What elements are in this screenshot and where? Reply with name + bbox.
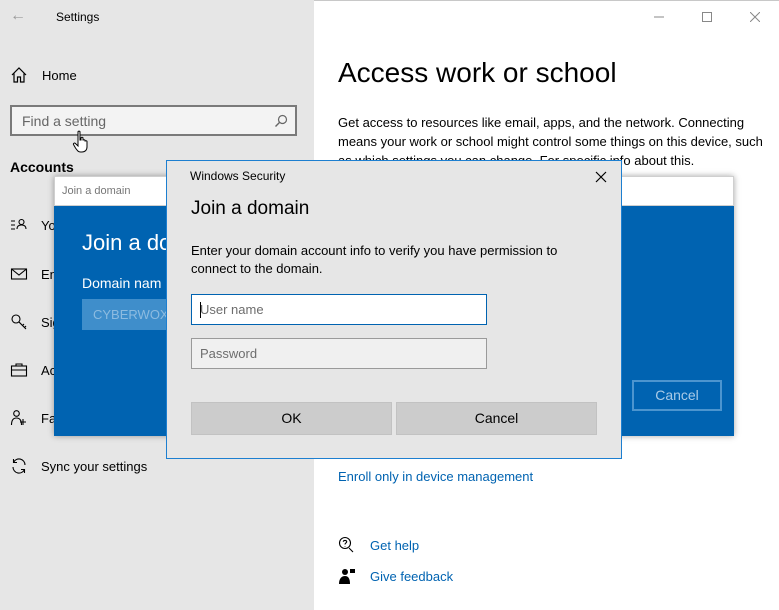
enroll-device-management-link[interactable]: Enroll only in device management	[338, 469, 533, 484]
close-button[interactable]	[731, 0, 779, 34]
close-icon[interactable]	[591, 167, 611, 187]
minimize-button[interactable]	[635, 0, 683, 34]
window-controls	[635, 0, 779, 34]
security-dialog-heading: Join a domain	[191, 198, 310, 219]
key-icon	[11, 314, 27, 330]
text-caret	[200, 302, 201, 318]
sidebar-item-email[interactable]: En	[10, 264, 57, 284]
join-domain-titlebar-text: Join a domain	[62, 185, 131, 197]
give-feedback-label: Give feedback	[370, 568, 454, 584]
windows-security-dialog: Windows Security Join a domain Enter you…	[166, 160, 622, 459]
back-arrow-icon[interactable]: ←	[8, 6, 28, 26]
search-box[interactable]	[10, 105, 297, 136]
sidebar-item-family[interactable]: Fa	[10, 408, 56, 428]
get-help-label: Get help	[370, 537, 420, 553]
app-title: Settings	[56, 10, 100, 24]
maximize-button[interactable]	[683, 0, 731, 34]
sidebar-item-home[interactable]: Home	[10, 64, 77, 86]
search-icon[interactable]	[273, 113, 289, 129]
join-domain-heading: Join a do	[82, 230, 172, 255]
sidebar-item-sign-in[interactable]: Sig	[10, 312, 60, 332]
sidebar-item-label: Home	[42, 67, 77, 83]
security-dialog-caption: Windows Security	[190, 169, 286, 183]
domain-name-label: Domain nam	[82, 275, 162, 291]
sidebar-item-sync[interactable]: Sync your settings	[10, 456, 147, 476]
search-input[interactable]	[12, 107, 295, 134]
give-feedback-link[interactable]: Give feedback	[338, 567, 453, 585]
get-help-link[interactable]: Get help	[338, 536, 419, 554]
page-description: Get access to resources like email, apps…	[338, 115, 763, 165]
maximize-icon	[702, 12, 712, 22]
sidebar-item-access-work[interactable]: Ac	[10, 360, 56, 380]
ok-button[interactable]: OK	[191, 402, 392, 435]
close-icon	[750, 12, 760, 22]
sync-icon	[12, 458, 26, 474]
section-title: Accounts	[10, 159, 74, 175]
page-title: Access work or school	[338, 57, 617, 88]
email-icon	[10, 268, 28, 280]
password-field[interactable]	[191, 338, 487, 369]
help-chat-icon	[338, 536, 354, 553]
briefcase-icon	[10, 363, 28, 377]
security-dialog-description: Enter your domain account info to verify…	[191, 243, 558, 276]
domain-name-field[interactable]: CYBERWOX	[82, 299, 172, 330]
join-domain-cancel-button[interactable]: Cancel	[632, 380, 722, 411]
hand-cursor-icon	[72, 130, 88, 153]
feedback-icon	[339, 569, 355, 584]
username-field[interactable]	[191, 294, 487, 325]
cancel-button[interactable]: Cancel	[396, 402, 597, 435]
person-info-icon	[11, 218, 27, 230]
minimize-icon	[654, 16, 664, 18]
family-icon	[10, 410, 26, 426]
home-icon	[11, 67, 27, 83]
sidebar-item-your-info[interactable]: Yo	[10, 215, 56, 235]
sidebar-item-label: Sync your settings	[41, 458, 148, 474]
